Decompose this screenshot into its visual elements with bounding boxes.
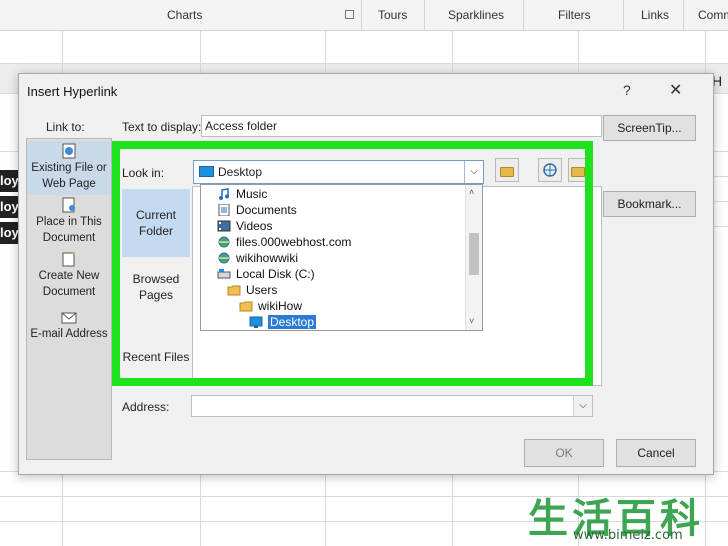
up-one-folder-button[interactable] — [495, 158, 519, 182]
documents-icon — [218, 203, 230, 216]
globe-icon — [218, 252, 230, 264]
text-to-display-input[interactable]: Access folder — [201, 115, 602, 137]
link-to-item-label: E-mail Address — [30, 328, 108, 340]
ribbon-group-links[interactable]: Links — [641, 8, 669, 22]
cell-fragment[interactable]: loy — [0, 196, 20, 218]
look-in-label: Look in: — [122, 166, 165, 180]
dropdown-item-desktop[interactable]: Desktop — [249, 314, 317, 330]
disk-icon — [217, 268, 231, 279]
dropdown-item-wikihowwiki[interactable]: wikihowwiki — [217, 250, 298, 266]
dropdown-item-label: Users — [246, 283, 278, 297]
folder-icon — [239, 301, 253, 312]
scroll-up-icon[interactable]: ˄ — [469, 187, 474, 197]
link-to-existing-file[interactable]: Existing File or Web Page — [27, 141, 111, 195]
browse-web-icon — [543, 163, 557, 177]
web-page-icon — [62, 143, 76, 159]
dropdown-item-label: wikiHow — [258, 299, 303, 313]
dropdown-item-label: wikihowwiki — [236, 251, 299, 265]
dropdown-item-label: Videos — [236, 219, 273, 233]
scrollbar-thumb[interactable] — [469, 233, 479, 275]
email-icon — [61, 312, 77, 324]
music-icon — [219, 187, 229, 200]
help-icon[interactable]: ? — [623, 82, 631, 98]
ribbon-group-tours[interactable]: Tours — [378, 8, 407, 22]
up-folder-icon — [500, 167, 514, 177]
scroll-down-icon[interactable]: ˅ — [469, 316, 474, 326]
chevron-down-icon[interactable]: ⌵ — [573, 396, 592, 416]
ribbon-group-comments[interactable]: Comm — [698, 8, 728, 22]
look-in-value: Desktop — [218, 165, 263, 179]
ribbon-group-filters[interactable]: Filters — [558, 8, 591, 22]
dropdown-item-wikihow[interactable]: wikiHow — [239, 298, 302, 314]
dropdown-item-videos[interactable]: Videos — [217, 218, 272, 234]
dropdown-item-files-000webhost[interactable]: files.000webhost.com — [217, 234, 351, 250]
ribbon-group-charts[interactable]: Charts — [167, 8, 202, 22]
dropdown-item-label: Documents — [236, 203, 297, 217]
dropdown-item-label: Desktop — [268, 315, 317, 329]
desktop-icon — [249, 316, 263, 328]
close-icon[interactable]: ✕ — [669, 80, 682, 100]
new-document-icon — [62, 252, 76, 267]
browse-file-button[interactable] — [568, 158, 588, 182]
look-in-combo[interactable]: Desktop ⌵ — [193, 160, 484, 184]
cell-fragment[interactable]: loy — [0, 170, 20, 192]
excel-ribbon: Charts Tours Sparklines Filters Links Co… — [0, 0, 728, 31]
link-to-place-in-document[interactable]: Place in This Document — [27, 197, 111, 249]
dropdown-item-label: Local Disk (C:) — [236, 267, 315, 281]
dropdown-item-label: Music — [236, 187, 268, 201]
dropdown-item-documents[interactable]: Documents — [217, 202, 297, 218]
link-to-email-address[interactable]: E-mail Address — [27, 309, 111, 345]
dropdown-item-label: files.000webhost.com — [236, 235, 352, 249]
dropdown-item-local-disk[interactable]: Local Disk (C:) — [217, 266, 315, 282]
cancel-button[interactable]: Cancel — [616, 439, 696, 467]
address-label: Address: — [122, 400, 170, 414]
link-to-item-label: Place in This Document — [36, 216, 102, 244]
sub-navigation: Current Folder Browsed Pages Recent File… — [122, 189, 190, 389]
subnav-current-folder[interactable]: Current Folder — [122, 189, 190, 257]
link-to-label: Link to: — [46, 120, 85, 134]
watermark-url: www.bimeiz.com — [573, 528, 683, 543]
link-to-item-label: Create New Document — [38, 270, 100, 298]
chevron-down-icon[interactable]: ⌵ — [464, 161, 483, 183]
browse-web-button[interactable] — [538, 158, 562, 182]
look-in-dropdown[interactable]: Music Documents Videos files.000webhost.… — [200, 184, 483, 331]
subnav-recent-files[interactable]: Recent Files — [122, 349, 190, 369]
subnav-browsed-pages[interactable]: Browsed Pages — [122, 271, 190, 311]
link-to-create-new-document[interactable]: Create New Document — [27, 251, 111, 303]
screentip-button[interactable]: ScreenTip... — [603, 115, 696, 141]
folder-icon — [227, 285, 241, 296]
dropdown-scrollbar[interactable]: ˄ ˅ — [465, 185, 482, 330]
cell-fragment[interactable]: loy — [0, 222, 20, 244]
dialog-title: Insert Hyperlink — [27, 84, 118, 99]
charts-launcher-icon[interactable] — [345, 10, 354, 19]
globe-icon — [218, 236, 230, 248]
link-to-bar: Existing File or Web Page Place in This … — [26, 138, 112, 460]
document-place-icon — [62, 197, 75, 213]
link-to-item-label: Existing File or Web Page — [31, 162, 107, 190]
videos-icon — [217, 220, 231, 232]
dropdown-item-users[interactable]: Users — [227, 282, 277, 298]
ok-button[interactable]: OK — [524, 439, 604, 467]
watermark-logo: 生活百科 www.bimeiz.com — [528, 486, 728, 546]
bookmark-button[interactable]: Bookmark... — [603, 191, 696, 217]
desktop-icon — [199, 166, 214, 177]
ribbon-group-sparklines[interactable]: Sparklines — [448, 8, 504, 22]
dropdown-item-music[interactable]: Music — [217, 186, 267, 202]
browse-file-icon — [571, 167, 585, 177]
text-to-display-label: Text to display: — [122, 120, 202, 134]
address-combo[interactable]: ⌵ — [191, 395, 593, 417]
